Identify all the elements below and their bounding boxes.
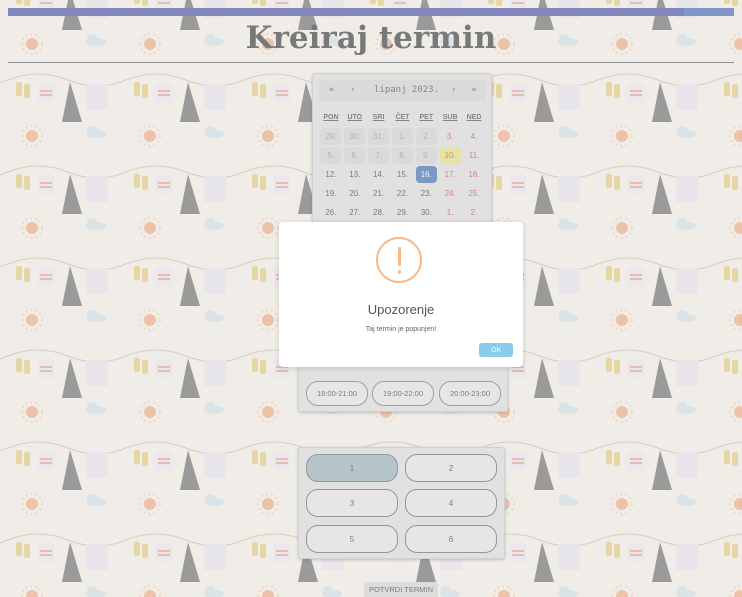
warning-icon-dot [397, 270, 401, 274]
dialog-title: Upozorenje [367, 302, 435, 317]
warning-dialog: Upozorenje Taj termin je popunjen! OK [279, 222, 523, 367]
ok-button[interactable]: OK [479, 343, 513, 357]
warning-icon [376, 237, 422, 283]
warning-icon-bar [398, 247, 401, 266]
dialog-message: Taj termin je popunjen! [365, 326, 437, 333]
